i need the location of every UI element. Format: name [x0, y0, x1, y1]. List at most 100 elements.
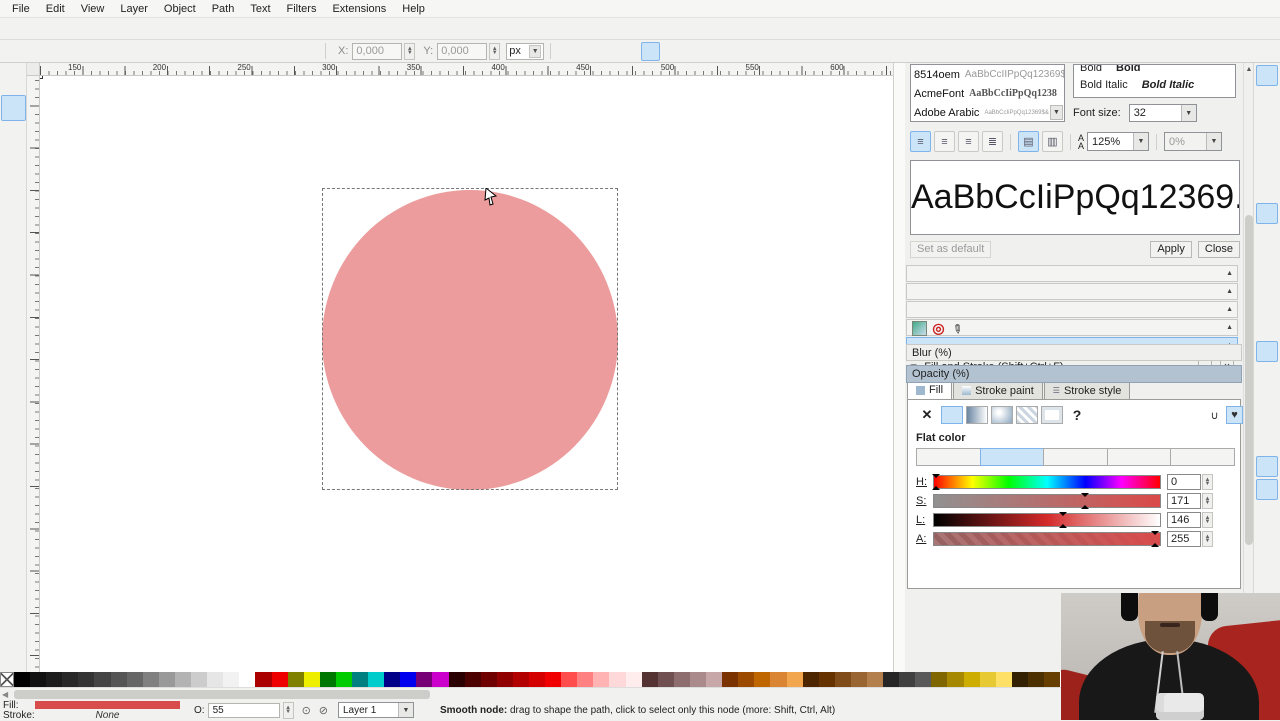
pattern-button[interactable] [1016, 406, 1038, 424]
color-swatch[interactable] [673, 672, 690, 687]
y-spinner[interactable]: ▲ ▼ [489, 42, 501, 60]
color-mode-tab[interactable] [916, 448, 981, 466]
flat-color-button[interactable] [941, 406, 963, 424]
edit-gradient-icon[interactable] [912, 321, 927, 336]
line-spacing-select[interactable]: 125% ▼ [1087, 132, 1150, 151]
color-swatch[interactable] [110, 672, 127, 687]
lightness-slider[interactable] [933, 512, 1161, 528]
color-swatch[interactable] [126, 672, 143, 687]
swatch-button[interactable] [1041, 406, 1063, 424]
color-swatch[interactable] [963, 672, 980, 687]
color-swatch[interactable] [738, 672, 755, 687]
color-swatch[interactable] [561, 672, 578, 687]
color-swatch[interactable] [303, 672, 320, 687]
opacity-spinner[interactable]: ▲ ▼ [282, 701, 294, 719]
color-swatch[interactable] [641, 672, 658, 687]
color-swatch[interactable] [722, 672, 739, 687]
color-mode-tab[interactable] [1043, 448, 1108, 466]
color-swatch[interactable] [464, 672, 481, 687]
lightness-value-input[interactable]: 146 [1167, 512, 1201, 528]
collapse-icon[interactable]: ▲ [1226, 324, 1233, 331]
color-swatch[interactable] [866, 672, 884, 687]
heart-toggle-button[interactable]: ♥ [1226, 406, 1243, 424]
scrollbar-thumb[interactable] [14, 690, 430, 699]
canvas-hscrollbar[interactable]: ◀ [0, 687, 1061, 700]
color-swatch[interactable] [529, 672, 546, 687]
radial-center-icon[interactable]: ◎ [931, 320, 946, 336]
color-swatch[interactable] [915, 672, 932, 687]
color-swatch[interactable] [448, 672, 465, 687]
color-swatch[interactable] [899, 672, 916, 687]
font-list-item[interactable]: AcmeFont AaBbCcIiPpQq1238 [911, 84, 1064, 103]
color-swatch[interactable] [1044, 672, 1061, 687]
color-swatch[interactable] [223, 672, 240, 687]
color-swatch[interactable] [480, 672, 497, 687]
color-swatch[interactable] [158, 672, 175, 687]
collapse-icon[interactable]: ▲ [1226, 270, 1233, 277]
scrollbar-thumb[interactable] [1245, 215, 1253, 545]
color-swatch[interactable] [416, 672, 433, 687]
u-toggle-button[interactable]: ∪ [1206, 406, 1223, 424]
color-swatch[interactable] [754, 672, 771, 687]
alpha-spinner[interactable]: ▲ ▼ [1202, 531, 1213, 547]
color-swatch[interactable] [512, 672, 529, 687]
unit-select[interactable]: px ▼ [506, 42, 545, 60]
color-swatch[interactable] [850, 672, 867, 687]
color-swatch[interactable] [271, 672, 288, 687]
color-swatch[interactable] [947, 672, 964, 687]
canvas[interactable] [40, 76, 893, 673]
font-style-list[interactable]: Bold Bold Bold Italic Bold Italic [1073, 64, 1236, 98]
opacity-expander[interactable]: Opacity (%) [906, 365, 1242, 383]
panel-header[interactable]: ▲ [906, 265, 1238, 282]
opacity-input[interactable]: 55 [207, 702, 280, 718]
color-mode-tab[interactable] [979, 448, 1045, 466]
tab-stroke-paint[interactable]: Stroke paint [953, 381, 1043, 399]
lightness-spinner[interactable]: ▲ ▼ [1202, 512, 1213, 528]
horizontal-text-button[interactable]: ▤ [1018, 131, 1039, 152]
color-swatch[interactable] [545, 672, 562, 687]
vertical-text-button[interactable]: ▥ [1042, 131, 1063, 152]
menu-item[interactable]: Layer [112, 1, 156, 17]
color-mode-tab[interactable] [1106, 448, 1172, 466]
color-swatch[interactable] [14, 672, 31, 687]
color-swatch[interactable] [30, 672, 47, 687]
saturation-spinner[interactable]: ▲ ▼ [1202, 493, 1213, 509]
color-swatch[interactable] [689, 672, 707, 687]
close-button[interactable]: Close [1197, 240, 1240, 258]
x-coordinate-input[interactable]: 0,000 [352, 42, 403, 60]
panel-header[interactable]: ▲ [906, 301, 1238, 318]
menu-item[interactable]: Extensions [324, 1, 394, 17]
menu-item[interactable]: Path [204, 1, 243, 17]
color-swatch[interactable] [319, 672, 336, 687]
color-swatch[interactable] [770, 672, 787, 687]
color-mode-tab[interactable] [1170, 448, 1235, 466]
menu-item[interactable]: Edit [38, 1, 73, 17]
alpha-value-input[interactable]: 255 [1167, 531, 1201, 547]
chevron-down-icon[interactable]: ▼ [1050, 105, 1063, 120]
font-family-list[interactable]: 8514oem AaBbCcIIPpQq12369$ AcmeFont AaBb… [910, 64, 1065, 122]
saturation-value-input[interactable]: 171 [1167, 493, 1201, 509]
menu-item[interactable]: File [4, 1, 38, 17]
layer-select[interactable]: Layer 1 ▼ [338, 702, 414, 718]
hue-spinner[interactable]: ▲ ▼ [1202, 474, 1213, 490]
apply-button[interactable]: Apply [1150, 240, 1192, 258]
letter-spacing-select[interactable]: 0% ▼ [1164, 132, 1223, 151]
collapse-icon[interactable]: ▲ [1226, 288, 1233, 295]
color-swatch[interactable] [496, 672, 513, 687]
style-list-item[interactable]: Bold Italic Bold Italic [1074, 76, 1235, 93]
tab-stroke-style[interactable]: ☰ Stroke style [1043, 381, 1131, 399]
eyedropper-icon[interactable]: ✐ [947, 318, 968, 339]
color-swatch[interactable] [335, 672, 352, 687]
no-paint-button[interactable]: ✕ [916, 406, 938, 424]
alpha-slider[interactable] [933, 531, 1161, 547]
color-swatch[interactable] [94, 672, 111, 687]
color-swatch[interactable] [577, 672, 594, 687]
color-swatch[interactable] [609, 672, 626, 687]
color-swatch[interactable] [287, 672, 304, 687]
menu-item[interactable]: Object [156, 1, 204, 17]
color-swatch[interactable] [593, 672, 610, 687]
color-swatch[interactable] [174, 672, 192, 687]
font-list-item[interactable]: 8514oem AaBbCcIIPpQq12369$ [911, 65, 1064, 84]
radial-gradient-button[interactable] [991, 406, 1013, 424]
color-swatch[interactable] [883, 672, 900, 687]
